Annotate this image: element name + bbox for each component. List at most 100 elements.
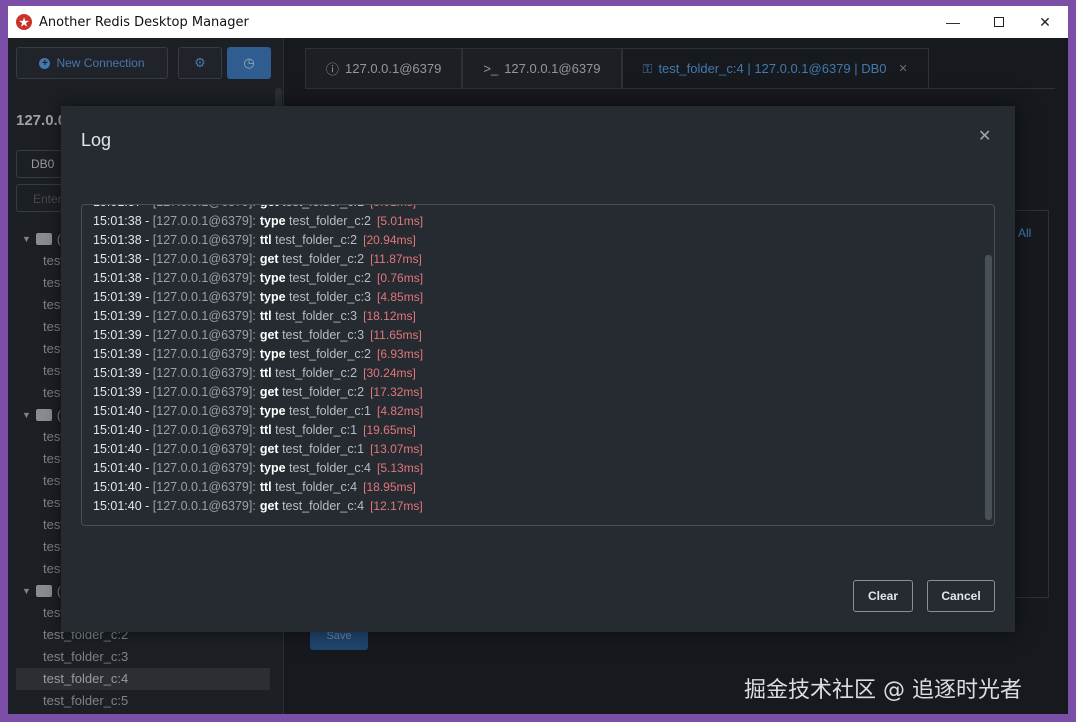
log-separator: - [141, 252, 153, 266]
log-duration: [5.01ms] [370, 205, 416, 209]
log-line: 15:01:38 - [127.0.0.1@6379]: type test_fo… [93, 269, 423, 288]
log-connection: [127.0.0.1@6379]: [152, 233, 256, 247]
log-key: test_folder_c:3 [289, 290, 372, 304]
log-key: test_folder_c:3 [275, 309, 358, 323]
log-duration: [5.13ms] [377, 461, 424, 475]
log-connection: [127.0.0.1@6379]: [152, 252, 256, 266]
log-key: test_folder_c:4 [275, 480, 358, 494]
log-duration: [12.17ms] [370, 499, 423, 513]
log-command: ttl [259, 480, 272, 494]
log-connection: [127.0.0.1@6379]: [152, 423, 256, 437]
log-duration: [0.76ms] [377, 271, 424, 285]
log-key: test_folder_c:1 [282, 442, 365, 456]
log-time: 15:01:39 [93, 309, 142, 323]
cancel-button[interactable]: Cancel [927, 580, 995, 612]
close-window-button[interactable]: ✕ [1022, 6, 1068, 38]
log-line: 15:01:38 - [127.0.0.1@6379]: ttl test_fol… [93, 231, 423, 250]
log-line: 15:01:39 - [127.0.0.1@6379]: ttl test_fol… [93, 364, 423, 383]
dialog-title: Log [81, 130, 112, 150]
log-command: ttl [259, 233, 272, 247]
log-lines: 15:01:37 - [127.0.0.1@6379]:get test_fol… [93, 205, 424, 516]
log-separator: - [141, 309, 153, 323]
log-duration: [20.94ms] [363, 233, 416, 247]
log-time: 15:01:40 [93, 461, 142, 475]
log-connection: [127.0.0.1@6379]: [152, 404, 256, 418]
log-line: 15:01:40 - [127.0.0.1@6379]: ttl test_fol… [93, 478, 423, 497]
log-line: 15:01:38 - [127.0.0.1@6379]: type test_fo… [93, 212, 423, 231]
window-controls: — ✕ [930, 6, 1068, 38]
log-separator: - [141, 385, 153, 399]
log-key: test_folder_c:4 [289, 461, 372, 475]
log-connection: [127.0.0.1@6379]: [152, 290, 256, 304]
maximize-icon [994, 17, 1004, 27]
log-command: type [259, 461, 286, 475]
log-connection: [127.0.0.1@6379]: [152, 214, 256, 228]
log-duration: [30.24ms] [363, 366, 416, 380]
log-line: 15:01:39 - [127.0.0.1@6379]: get test_fol… [93, 326, 423, 345]
log-time: 15:01:40 [93, 404, 142, 418]
log-command: ttl [259, 423, 272, 437]
log-separator: - [141, 499, 153, 513]
log-command: type [259, 214, 286, 228]
log-key: test_folder_c:2 [289, 214, 372, 228]
log-connection: [127.0.0.1@6379]: [152, 347, 256, 361]
close-icon[interactable]: ✕ [978, 126, 991, 146]
log-command: get [259, 499, 279, 513]
log-key: test_folder_c:2 [289, 271, 372, 285]
log-key: test_folder_c:1 [282, 205, 364, 209]
log-key: test_folder_c:2 [275, 366, 358, 380]
log-separator: - [141, 366, 153, 380]
log-connection: [127.0.0.1@6379]: [152, 309, 256, 323]
log-separator: - [141, 214, 153, 228]
app-logo-icon: ★ [16, 14, 32, 30]
log-separator: - [141, 233, 153, 247]
log-time: 15:01:39 [93, 347, 142, 361]
log-separator: - [141, 423, 153, 437]
log-duration: [11.87ms] [370, 252, 422, 266]
log-line: 15:01:39 - [127.0.0.1@6379]: get test_fol… [93, 383, 423, 402]
log-separator: - [141, 347, 153, 361]
minimize-button[interactable]: — [930, 6, 976, 38]
log-command: type [259, 290, 286, 304]
log-time: 15:01:38 [93, 271, 142, 285]
log-command: get [259, 442, 279, 456]
log-separator: - [141, 461, 153, 475]
log-time: 15:01:39 [93, 385, 142, 399]
log-key: test_folder_c:2 [282, 385, 365, 399]
log-list[interactable]: 15:01:37 - [127.0.0.1@6379]:get test_fol… [81, 204, 995, 526]
log-time: 15:01:39 [93, 290, 142, 304]
log-line: 15:01:39 - [127.0.0.1@6379]: ttl test_fol… [93, 307, 423, 326]
log-time: 15:01:40 [93, 442, 142, 456]
log-time: 15:01:39 [93, 328, 142, 342]
log-separator: - [141, 328, 153, 342]
log-command: get [259, 328, 279, 342]
log-time: 15:01:37 [93, 205, 142, 209]
window-title: Another Redis Desktop Manager [39, 14, 249, 30]
log-separator: - [141, 290, 153, 304]
log-key: test_folder_c:2 [275, 233, 358, 247]
log-duration: [18.12ms] [363, 309, 416, 323]
log-duration: [13.07ms] [370, 442, 423, 456]
log-time: 15:01:38 [93, 252, 142, 266]
log-line: 15:01:40 - [127.0.0.1@6379]: get test_fol… [93, 497, 423, 516]
log-connection: [127.0.0.1@6379]: [152, 328, 256, 342]
log-line: 15:01:39 - [127.0.0.1@6379]: type test_fo… [93, 288, 423, 307]
clear-button[interactable]: Clear [853, 580, 913, 612]
log-time: 15:01:40 [93, 480, 142, 494]
log-line: 15:01:40 - [127.0.0.1@6379]: ttl test_fol… [93, 421, 423, 440]
log-connection: [127.0.0.1@6379]: [152, 442, 256, 456]
log-duration: [11.65ms] [370, 328, 422, 342]
log-time: 15:01:38 [93, 214, 142, 228]
log-separator: - [142, 205, 153, 209]
log-line: 15:01:39 - [127.0.0.1@6379]: type test_fo… [93, 345, 423, 364]
log-command: type [259, 347, 286, 361]
log-command: ttl [259, 366, 272, 380]
log-scrollbar[interactable] [985, 255, 992, 520]
log-line: 15:01:40 - [127.0.0.1@6379]: type test_fo… [93, 402, 423, 421]
log-key: test_folder_c:2 [289, 347, 372, 361]
log-key: test_folder_c:4 [282, 499, 365, 513]
app-window: ★ Another Redis Desktop Manager — ✕ + Ne… [8, 6, 1068, 714]
maximize-button[interactable] [976, 6, 1022, 38]
log-dialog: Log ✕ 15:01:37 - [127.0.0.1@6379]:get te… [61, 106, 1015, 632]
log-key: test_folder_c:2 [282, 252, 365, 266]
